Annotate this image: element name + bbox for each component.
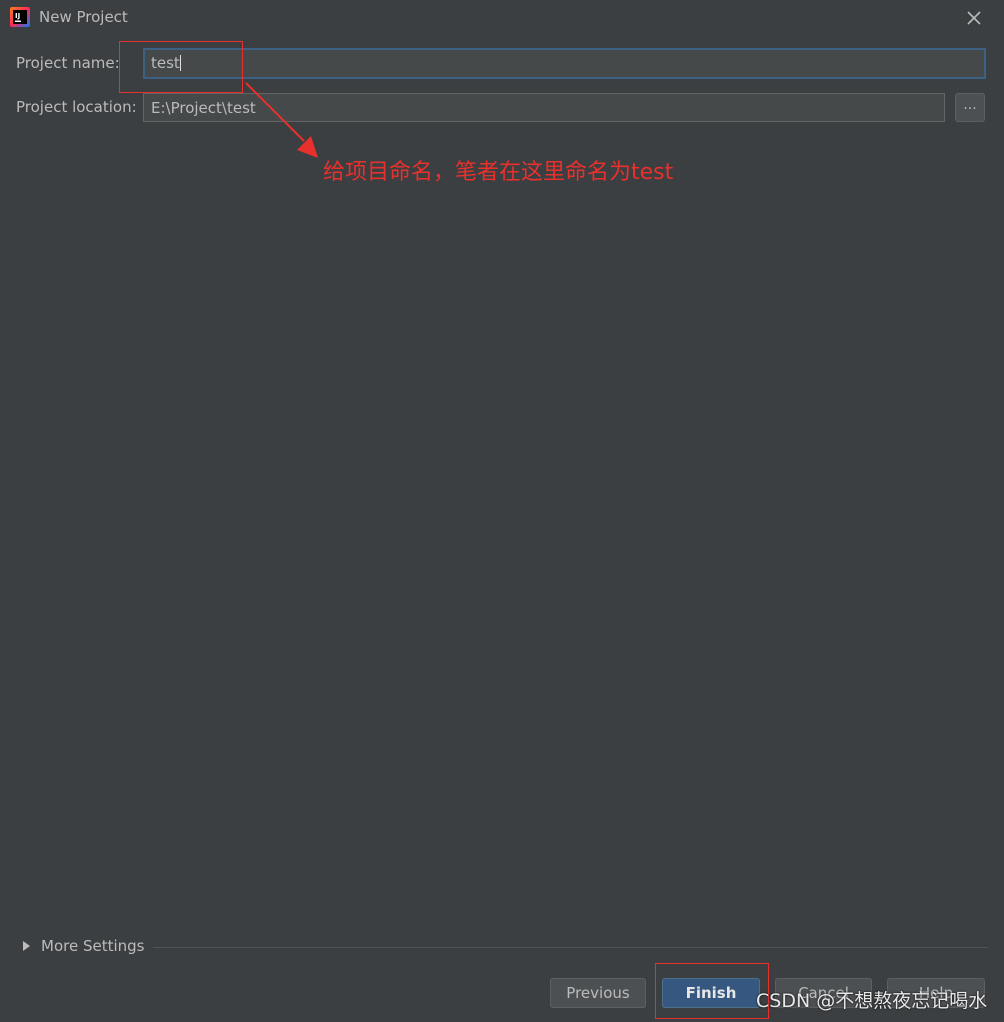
annotation-box-project-name (119, 41, 243, 93)
watermark: CSDN @不想熬夜忘记喝水 (756, 990, 988, 1012)
svg-text:IJ: IJ (15, 12, 20, 20)
previous-button[interactable]: Previous (550, 978, 646, 1008)
project-name-input[interactable]: test (143, 48, 986, 79)
window-title: New Project (39, 8, 128, 26)
divider (153, 947, 988, 948)
annotation-box-finish (655, 963, 769, 1019)
close-icon[interactable] (960, 4, 988, 32)
intellij-idea-icon: IJ (10, 7, 30, 27)
triangle-right-icon (23, 941, 30, 951)
project-location-value: E:\Project\test (151, 99, 256, 117)
title-bar: IJ New Project (0, 0, 1004, 36)
more-settings-label: More Settings (41, 937, 145, 955)
project-location-input[interactable]: E:\Project\test (143, 93, 945, 122)
browse-button[interactable]: ... (955, 93, 985, 122)
project-location-label: Project location: (16, 98, 137, 116)
annotation-text: 给项目命名，笔者在这里命名为test (323, 160, 674, 185)
project-name-label: Project name: (16, 54, 120, 72)
